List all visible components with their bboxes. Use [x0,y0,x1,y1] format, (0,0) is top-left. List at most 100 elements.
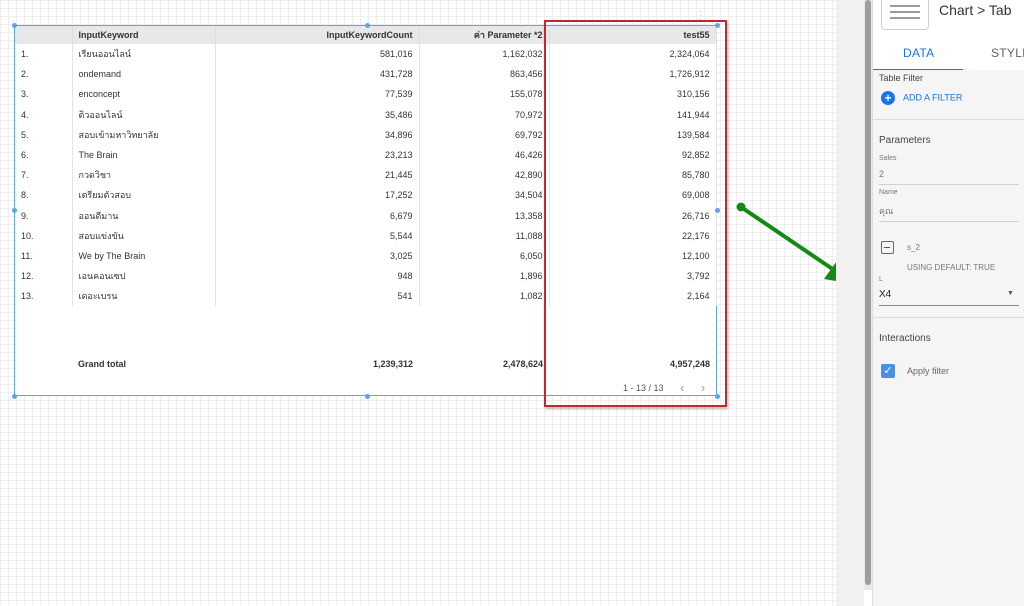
dropdown-arrow-icon[interactable]: ▼ [1007,290,1014,297]
keyword-cell: ออนดีมาน [72,205,216,226]
parameter-cell: 1,082 [419,286,550,307]
name-label: Name [879,189,898,196]
keyword-cell: We by The Brain [72,245,216,267]
parameter-cell: 6,050 [419,245,550,267]
count-cell: 5,544 [215,225,420,246]
parameter-cell: 42,890 [419,165,550,186]
row-index: 10. [15,225,73,246]
row-index: 3. [15,84,73,105]
count-cell: 77,539 [215,84,420,105]
parameter-cell: 863,456 [419,64,550,85]
row-index: 4. [15,104,73,125]
parameter-cell: 46,426 [419,144,550,166]
plus-icon: + [881,91,895,105]
scrollbar-thumb[interactable] [865,0,871,585]
sales-field[interactable]: 2 [879,169,884,179]
count-cell: 581,016 [215,44,420,65]
apply-filter-checkbox[interactable]: ✓ [881,364,895,378]
add-filter-label: ADD A FILTER [903,92,963,103]
count-cell: 6,679 [215,205,420,226]
parameter-cell: 155,078 [419,84,550,105]
resize-handle[interactable] [12,23,17,28]
count-cell: 34,896 [215,124,420,145]
keyword-cell: ติวออนไลน์ [72,104,216,125]
row-index: 13. [15,286,73,307]
count-cell: 948 [215,266,420,287]
keyword-cell: เรียนออนไลน์ [72,44,216,65]
table-chart-icon[interactable] [881,0,929,30]
apply-filter-label: Apply filter [907,366,950,376]
divider [873,317,1024,318]
count-cell: 431,728 [215,64,420,85]
report-canvas[interactable]: · · · InputKeyword InputKeywordCount ค่า P… [0,0,836,606]
resize-handle[interactable] [12,208,17,213]
s2-label: s_2 [907,243,920,252]
breadcrumb: Chart > Tab [939,2,1012,18]
keyword-cell: สอบแข่งขัน [72,225,216,246]
keyword-cell: enconcept [72,84,216,105]
name-field[interactable]: คุณ [879,204,893,218]
count-cell: 541 [215,286,420,307]
table-filter-title: Table Filter [879,73,924,83]
parameter-cell: 13,358 [419,205,550,226]
parameter-cell: 69,792 [419,124,550,145]
panel-header: Chart > Tab [873,0,1024,36]
keyword-cell: ondemand [72,64,216,85]
field-underline [879,221,1019,222]
row-index: 2. [15,64,73,85]
row-index: 1. [15,44,73,65]
keyword-cell: เอนคอนเซป [72,266,216,287]
column-header-inputkeyword[interactable]: InputKeyword [72,26,216,44]
resize-handle[interactable] [12,394,17,399]
row-index: 11. [15,245,73,267]
canvas-margin [836,0,864,606]
select-underline [879,305,1019,306]
interactions-title: Interactions [879,333,931,344]
toggle-minus-icon[interactable] [881,241,894,254]
count-cell: 3,025 [215,245,420,267]
column-header-index [15,26,73,44]
canvas-scrollbar[interactable] [864,0,872,590]
count-cell: 35,486 [215,104,420,125]
row-index: 5. [15,124,73,145]
add-filter-button[interactable]: + ADD A FILTER [881,91,962,105]
s2-default-text: USING DEFAULT: TRUE [907,263,996,272]
keyword-cell: เดอะเบรน [72,286,216,307]
keyword-cell: สอบเข้ามหาวิทยาลัย [72,124,216,145]
l-select[interactable]: X4 [879,289,891,300]
panel-tabs: DATA STYLE [873,36,1024,71]
resize-handle[interactable] [365,394,370,399]
row-index: 12. [15,266,73,287]
divider [873,119,1024,120]
tab-data[interactable]: DATA [903,46,934,60]
row-index: 8. [15,185,73,206]
sales-label: Sales [879,155,897,162]
grand-total-parameter: 2,478,624 [502,359,543,369]
keyword-cell: The Brain [72,144,216,166]
keyword-cell: กวดวิชา [72,165,216,186]
highlight-box [544,20,727,407]
parameter-cell: 11,088 [419,225,550,246]
count-cell: 17,252 [215,185,420,206]
grand-total-label: Grand total [78,359,127,369]
tab-style[interactable]: STYLE [991,46,1024,60]
parameter-cell: 1,162,032 [419,44,550,65]
count-cell: 21,445 [215,165,420,186]
parameters-title: Parameters [879,135,931,146]
column-header-inputkeywordcount[interactable]: InputKeywordCount [215,26,420,44]
properties-panel: Chart > Tab DATA STYLE Table Filter + ADD… [872,0,1024,606]
count-cell: 23,213 [215,144,420,166]
resize-handle[interactable] [365,23,370,28]
field-underline [879,184,1019,185]
row-index: 7. [15,165,73,186]
parameter-cell: 1,896 [419,266,550,287]
column-header-parameter[interactable]: ค่า Parameter *2 [419,26,550,44]
parameter-cell: 70,972 [419,104,550,125]
keyword-cell: เตรียมตัวสอบ [72,185,216,206]
grand-total-count: 1,239,312 [372,359,413,369]
l-label: L [879,276,883,283]
parameter-cell: 34,504 [419,185,550,206]
row-index: 9. [15,205,73,226]
row-index: 6. [15,144,73,166]
data-tab-content: Table Filter + ADD A FILTER Parameters Sa… [873,70,1024,606]
